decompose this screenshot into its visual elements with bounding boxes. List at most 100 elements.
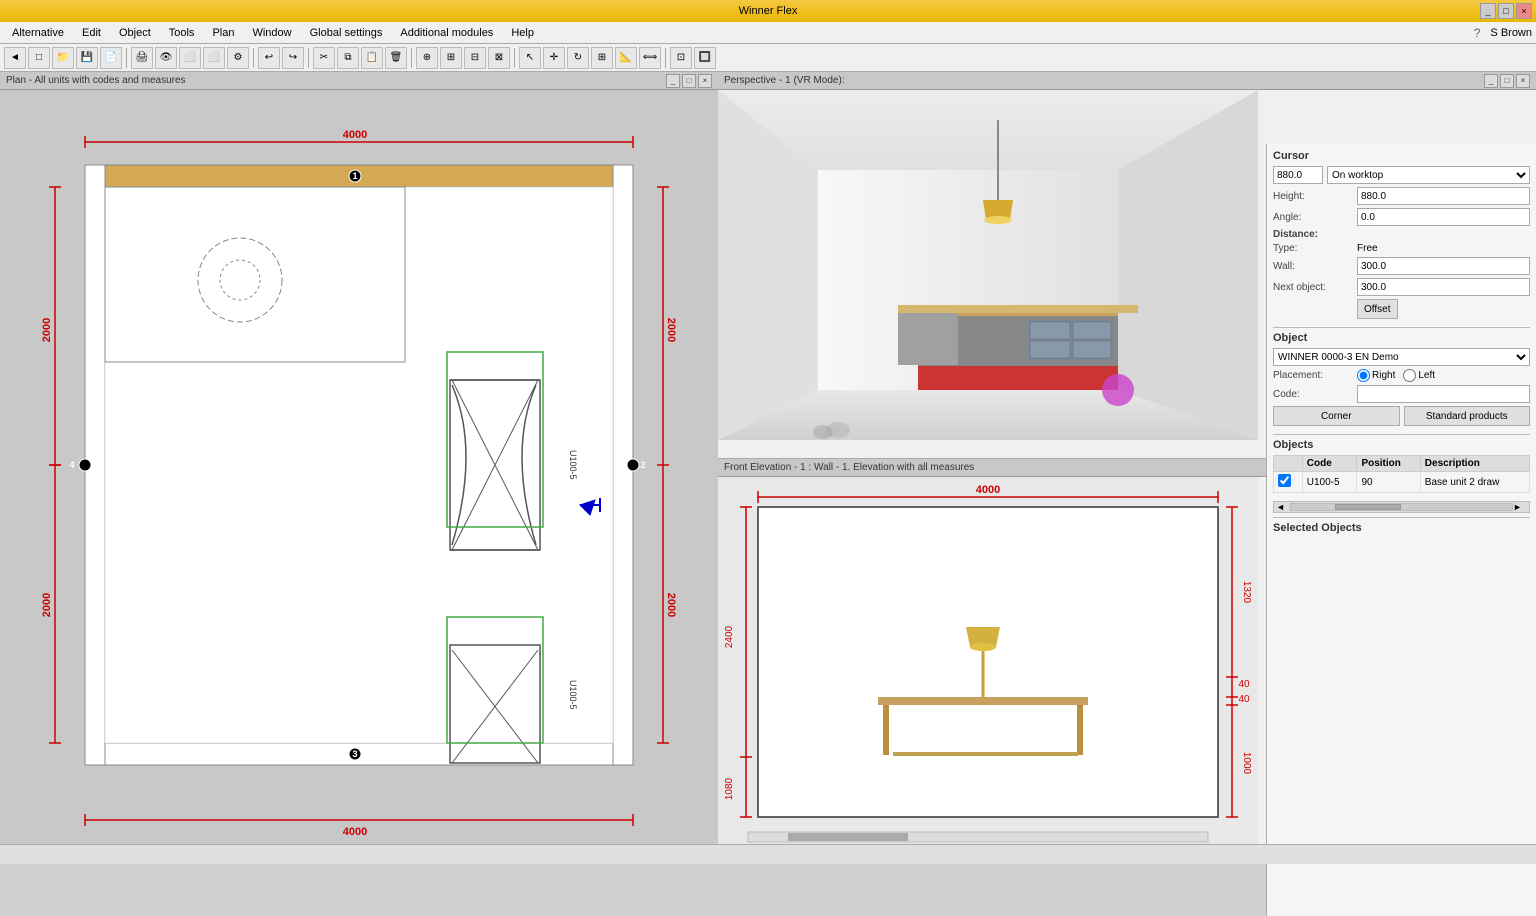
paste-btn[interactable]: 📋 [361, 47, 383, 69]
array-btn[interactable]: ⊞ [591, 47, 613, 69]
saveas-btn[interactable]: 📄 [100, 47, 122, 69]
scroll-right-btn[interactable]: ► [1513, 502, 1527, 512]
fp-minimize-btn[interactable]: _ [666, 74, 680, 88]
object-name-row: WINNER 0000-3 EN Demo [1273, 348, 1530, 366]
rotate-btn[interactable]: ↻ [567, 47, 589, 69]
minimize-btn[interactable]: _ [1480, 3, 1496, 19]
import-btn[interactable]: ⬜ [203, 47, 225, 69]
perspective-svg[interactable] [718, 90, 1258, 440]
sep4 [411, 48, 412, 68]
selected-objects-title: Selected Objects [1273, 522, 1530, 534]
standard-products-btn[interactable]: Standard products [1404, 406, 1531, 426]
measure-btn[interactable]: 📐 [615, 47, 637, 69]
elevation-svg[interactable]: 4000 2400 [718, 477, 1258, 845]
persp-maximize-btn[interactable]: □ [1500, 74, 1514, 88]
menu-global-settings[interactable]: Global settings [302, 25, 391, 41]
cursor-section: Cursor 880.0 On worktop On floor Free He… [1273, 150, 1530, 319]
cut-btn[interactable]: ✂ [313, 47, 335, 69]
floor-plan-svg[interactable]: U100-5 U100-5 4000 4000 2000 [0, 90, 718, 844]
menu-plan[interactable]: Plan [204, 25, 242, 41]
menu-help[interactable]: Help [503, 25, 542, 41]
svg-text:2: 2 [640, 460, 645, 470]
cursor-value[interactable]: 880.0 [1273, 166, 1323, 184]
angle-input[interactable] [1357, 208, 1530, 226]
objects-section-title: Objects [1273, 439, 1530, 451]
offset-row: Offset [1273, 299, 1530, 319]
svg-text:1080: 1080 [724, 777, 735, 800]
scrollbar-track[interactable] [1290, 503, 1513, 511]
code-input[interactable] [1357, 385, 1530, 403]
wall-input[interactable] [1357, 257, 1530, 275]
cursor-value-row: 880.0 On worktop On floor Free [1273, 166, 1530, 184]
copy-btn[interactable]: ⧉ [337, 47, 359, 69]
svg-text:40: 40 [1238, 679, 1250, 690]
menu-tools[interactable]: Tools [161, 25, 203, 41]
persp-close-btn[interactable]: × [1516, 74, 1530, 88]
svg-text:1: 1 [352, 171, 357, 181]
view-btn[interactable]: ⊡ [670, 47, 692, 69]
render-btn[interactable]: 🔲 [694, 47, 716, 69]
type-label: Type: [1273, 243, 1353, 254]
title-bar-controls: _ □ × [1480, 3, 1532, 19]
menu-window[interactable]: Window [244, 25, 299, 41]
type-row: Type: Free [1273, 243, 1530, 254]
angle-row: Angle: [1273, 208, 1530, 226]
row-checkbox[interactable] [1278, 474, 1291, 487]
floor-plan-title-bar: Plan - All units with codes and measures… [0, 72, 718, 90]
placement-right-label[interactable]: Right [1357, 369, 1395, 382]
svg-text:4000: 4000 [343, 129, 367, 141]
scrollbar-thumb[interactable] [1335, 504, 1401, 510]
svg-text:U100-5: U100-5 [568, 680, 578, 710]
fp-close-btn[interactable]: × [698, 74, 712, 88]
object-section-title: Object [1273, 332, 1530, 344]
settings2-btn[interactable]: ⚙ [227, 47, 249, 69]
row-position: 90 [1357, 472, 1420, 493]
undo-btn[interactable]: ↩ [258, 47, 280, 69]
row-check[interactable] [1274, 472, 1303, 493]
offset-btn[interactable]: Offset [1357, 299, 1398, 319]
snap3-btn[interactable]: ⊟ [464, 47, 486, 69]
maximize-btn[interactable]: □ [1498, 3, 1514, 19]
next-object-label: Next object: [1273, 282, 1353, 293]
cursor-position-select[interactable]: On worktop On floor Free [1327, 166, 1530, 184]
corner-btn[interactable]: Corner [1273, 406, 1400, 426]
snap2-btn[interactable]: ⊞ [440, 47, 462, 69]
snap1-btn[interactable]: ⊕ [416, 47, 438, 69]
fp-maximize-btn[interactable]: □ [682, 74, 696, 88]
move-btn[interactable]: ✛ [543, 47, 565, 69]
menu-edit[interactable]: Edit [74, 25, 109, 41]
placement-row: Placement: Right Left [1273, 369, 1530, 382]
cursor-btn[interactable]: ↖ [519, 47, 541, 69]
status-bar [0, 844, 1536, 864]
sep3 [308, 48, 309, 68]
selected-objects-section: Selected Objects [1273, 522, 1530, 534]
back-btn[interactable]: ◄ [4, 47, 26, 69]
svg-text:2000: 2000 [665, 593, 677, 617]
table-row[interactable]: U100-5 90 Base unit 2 draw [1274, 472, 1530, 493]
snap4-btn[interactable]: ⊠ [488, 47, 510, 69]
object-name-select[interactable]: WINNER 0000-3 EN Demo [1273, 348, 1530, 366]
new-btn[interactable]: □ [28, 47, 50, 69]
redo-btn[interactable]: ↪ [282, 47, 304, 69]
scrollbar[interactable]: ◄ ► [1273, 501, 1530, 513]
printprev-btn[interactable]: 👁 [155, 47, 177, 69]
height-input[interactable] [1357, 187, 1530, 205]
menu-alternative[interactable]: Alternative [4, 25, 72, 41]
save-btn[interactable]: 💾 [76, 47, 98, 69]
open-btn[interactable]: 📁 [52, 47, 74, 69]
export-btn[interactable]: ⬜ [179, 47, 201, 69]
user-name: S Brown [1490, 27, 1532, 39]
next-object-input[interactable] [1357, 278, 1530, 296]
delete-btn[interactable]: 🗑 [385, 47, 407, 69]
persp-minimize-btn[interactable]: _ [1484, 74, 1498, 88]
close-btn[interactable]: × [1516, 3, 1532, 19]
placement-left-radio[interactable] [1403, 369, 1416, 382]
placement-left-label[interactable]: Left [1403, 369, 1435, 382]
floor-plan-title: Plan - All units with codes and measures [6, 75, 186, 86]
placement-right-radio[interactable] [1357, 369, 1370, 382]
dimension-btn[interactable]: ⟺ [639, 47, 661, 69]
print-btn[interactable]: 🖨 [131, 47, 153, 69]
menu-object[interactable]: Object [111, 25, 159, 41]
scroll-left-btn[interactable]: ◄ [1276, 502, 1290, 512]
menu-additional-modules[interactable]: Additional modules [392, 25, 501, 41]
